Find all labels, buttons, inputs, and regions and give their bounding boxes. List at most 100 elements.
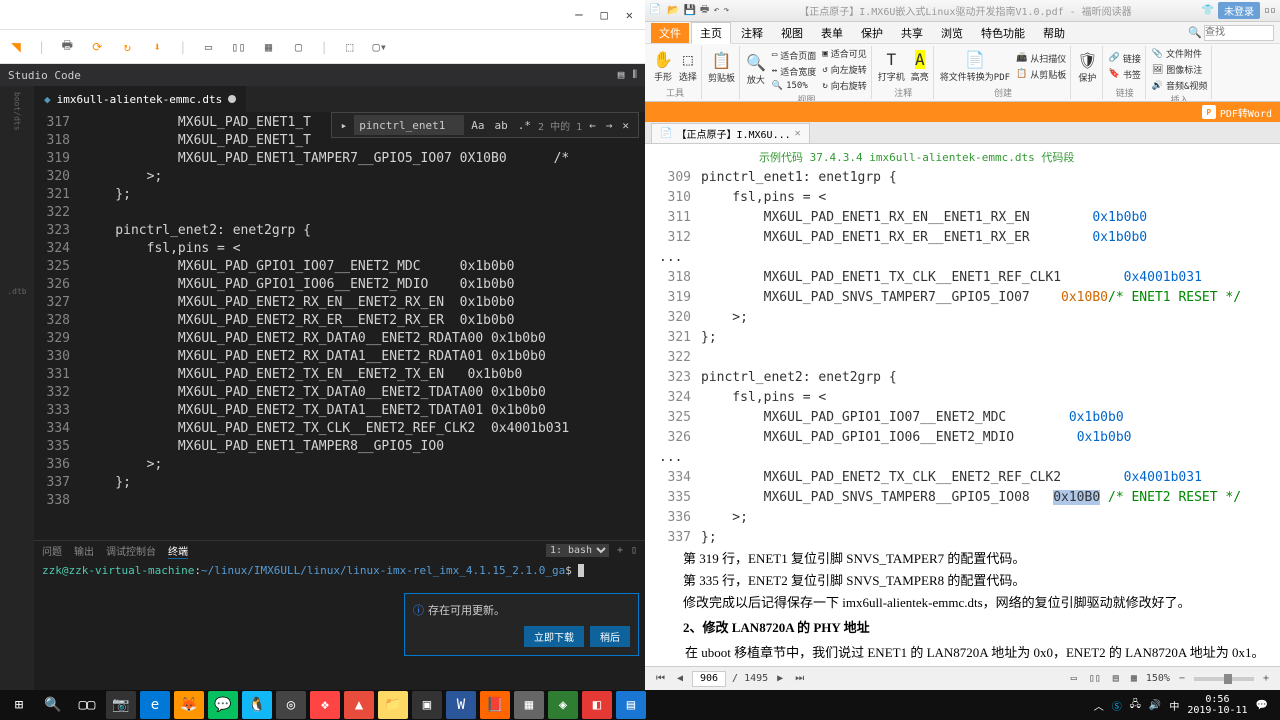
- menu-browse[interactable]: 浏览: [933, 23, 971, 43]
- menu-file[interactable]: 文件: [651, 23, 689, 43]
- firefox-icon[interactable]: 🦊: [174, 691, 204, 719]
- prev-page-icon[interactable]: ◀: [674, 673, 686, 684]
- pdf-reader-icon[interactable]: 📕: [480, 691, 510, 719]
- file-attach[interactable]: 📎文件附件: [1152, 46, 1208, 61]
- menu-home[interactable]: 主页: [691, 22, 731, 44]
- layout3-icon[interactable]: ▦: [260, 39, 276, 55]
- find-prev-icon[interactable]: ←: [586, 119, 599, 132]
- menu-help[interactable]: 帮助: [1035, 23, 1073, 43]
- refresh-icon[interactable]: ↻: [119, 39, 135, 55]
- last-page-icon[interactable]: ⏭: [792, 673, 807, 684]
- camera-icon[interactable]: 📷: [106, 691, 136, 719]
- menu-view[interactable]: 视图: [773, 23, 811, 43]
- app12-icon[interactable]: ◧: [582, 691, 612, 719]
- menu-form[interactable]: 表单: [813, 23, 851, 43]
- search-icon[interactable]: 🔍: [1188, 26, 1202, 39]
- word-icon[interactable]: W: [446, 691, 476, 719]
- hand-tool[interactable]: ✋手形: [653, 50, 673, 83]
- rotate-left[interactable]: ↺向左旋转: [822, 62, 866, 77]
- login-status[interactable]: 未登录: [1218, 2, 1260, 19]
- minimize-button[interactable]: ─: [575, 8, 582, 22]
- pdf-convert-button[interactable]: PDF转Word: [1220, 105, 1272, 120]
- app10-icon[interactable]: ▦: [514, 691, 544, 719]
- terminal-split-icon[interactable]: ▯: [631, 545, 637, 556]
- terminal-shell-select[interactable]: 1: bash: [546, 544, 609, 557]
- tray-skype-icon[interactable]: Ⓢ: [1112, 698, 1122, 713]
- page-number-input[interactable]: [692, 671, 726, 687]
- layout4-icon[interactable]: ▢: [290, 39, 306, 55]
- qat-open-icon[interactable]: 📂: [667, 5, 679, 16]
- next-page-icon[interactable]: ▶: [774, 673, 786, 684]
- view-mode3-icon[interactable]: ▤: [1110, 673, 1122, 684]
- layout2-icon[interactable]: ▯▯: [230, 39, 246, 55]
- clipboard-tool[interactable]: 📋剪贴板: [708, 51, 735, 84]
- qat-print-icon[interactable]: 🖶: [700, 2, 709, 19]
- fit-visible[interactable]: ▣适合可见: [822, 46, 866, 61]
- app6-icon[interactable]: ❖: [310, 691, 340, 719]
- zoom-value[interactable]: 🔍150%: [772, 80, 816, 92]
- find-close-icon[interactable]: ✕: [619, 119, 632, 132]
- terminal-icon[interactable]: ▣: [412, 691, 442, 719]
- zoom-out-icon[interactable]: −: [1176, 673, 1188, 684]
- qat-redo-icon[interactable]: ↷: [723, 5, 729, 16]
- protect-tool[interactable]: 🛡保护: [1077, 51, 1097, 84]
- close-button[interactable]: ✕: [626, 8, 633, 22]
- qat-undo-icon[interactable]: ↶: [713, 5, 719, 16]
- code-content[interactable]: MX6UL_PAD_ENET1_T MX6UL_PAD_ENET1_T MX6U…: [84, 112, 645, 540]
- typewriter-tool[interactable]: T打字机: [878, 50, 905, 83]
- select-icon[interactable]: ⬚: [342, 39, 358, 55]
- tray-ime-icon[interactable]: 中: [1169, 698, 1179, 713]
- zoom-in-icon[interactable]: +: [1260, 673, 1272, 684]
- app13-icon[interactable]: ▤: [616, 691, 646, 719]
- skin-icon[interactable]: 👕: [1202, 5, 1214, 16]
- tray-volume-icon[interactable]: 🔊: [1149, 700, 1161, 711]
- tab-current-file[interactable]: ◆ imx6ull-alientek-emmc.dts: [34, 86, 246, 112]
- edge-icon[interactable]: e: [140, 691, 170, 719]
- menu-protect[interactable]: 保护: [853, 23, 891, 43]
- search-button[interactable]: 🔍: [38, 691, 68, 719]
- find-word-icon[interactable]: ab: [492, 119, 511, 132]
- view-mode1-icon[interactable]: ▭: [1068, 673, 1080, 684]
- view-mode4-icon[interactable]: ▦: [1128, 673, 1140, 684]
- later-button[interactable]: 稍后: [590, 626, 630, 647]
- code-editor[interactable]: ▸ Aa ab .* 2 中的 1 ← → ✕ 317 318 319 320 …: [34, 112, 645, 540]
- vmware-icon[interactable]: ◈: [548, 691, 578, 719]
- from-clipboard[interactable]: 📋从剪贴板: [1016, 67, 1066, 82]
- panel-tab-problems[interactable]: 问题: [42, 543, 62, 558]
- find-case-icon[interactable]: Aa: [468, 119, 487, 132]
- print-icon[interactable]: 🖶: [59, 39, 75, 55]
- fit-page[interactable]: ▭适合页面: [772, 48, 816, 63]
- sync-icon[interactable]: ⟳: [89, 39, 105, 55]
- tray-notifications-icon[interactable]: 💬: [1256, 700, 1268, 711]
- select-tool[interactable]: ⬚选择: [679, 50, 697, 83]
- rotate-right[interactable]: ↻向右旋转: [822, 78, 866, 93]
- doc-tab[interactable]: 📄 【正点原子】I.MX6U... ✕: [651, 123, 810, 143]
- find-regex-icon[interactable]: .*: [515, 119, 534, 132]
- search-input[interactable]: [1204, 25, 1274, 41]
- ribbon-min-icon[interactable]: ▫▫: [1264, 5, 1276, 16]
- find-next-icon[interactable]: →: [603, 119, 616, 132]
- hdr-icon2[interactable]: ⫴: [632, 68, 637, 82]
- app5-icon[interactable]: ◎: [276, 691, 306, 719]
- from-scanner[interactable]: 📠从扫描仪: [1016, 51, 1066, 66]
- view-mode2-icon[interactable]: ▯▯: [1086, 673, 1104, 684]
- wechat-icon[interactable]: 💬: [208, 691, 238, 719]
- taskview-button[interactable]: ▢▢: [72, 691, 102, 719]
- maximize-button[interactable]: □: [601, 8, 608, 22]
- first-page-icon[interactable]: ⏮: [653, 673, 668, 684]
- pdf-page-content[interactable]: 示例代码 37.4.3.4 imx6ull-alientek-emmc.dts …: [645, 144, 1280, 666]
- download-now-button[interactable]: 立即下载: [524, 626, 584, 647]
- menu-share[interactable]: 共享: [893, 23, 931, 43]
- highlight-tool[interactable]: A高亮: [911, 50, 929, 83]
- tray-chevron-icon[interactable]: ︿: [1094, 698, 1104, 713]
- fit-width[interactable]: ↔适合宽度: [772, 64, 816, 79]
- zoom-slider[interactable]: [1194, 677, 1254, 681]
- image-annot[interactable]: 🖼图像标注: [1152, 62, 1208, 77]
- link-tool[interactable]: 🔗链接: [1109, 51, 1141, 66]
- doc-tab-close-icon[interactable]: ✕: [795, 128, 801, 139]
- find-chevron-icon[interactable]: ▸: [338, 119, 351, 132]
- layout1-icon[interactable]: ▭: [200, 39, 216, 55]
- zoom-tool[interactable]: 🔍放大: [746, 53, 766, 86]
- qq-icon[interactable]: 🐧: [242, 691, 272, 719]
- panel-tab-debug[interactable]: 调试控制台: [106, 543, 156, 558]
